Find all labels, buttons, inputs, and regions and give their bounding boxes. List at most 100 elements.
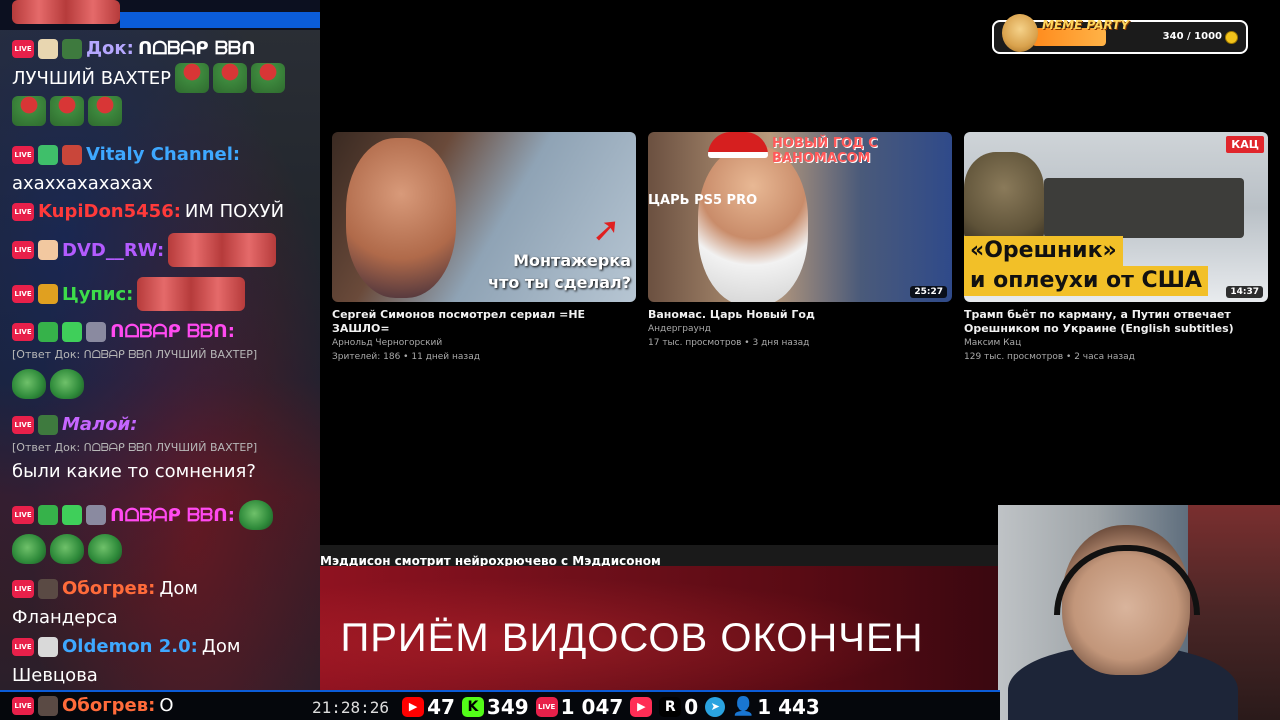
vk-play-stat: ▶: [630, 697, 653, 717]
meme-party-widget: MEME PARTY 340 / 1000: [992, 14, 1248, 54]
chat-username[interactable]: Док:: [86, 34, 134, 63]
status-bar: LIVE Обогрев: О 21:28:26 ▶ 47 K 349 LIVE…: [0, 690, 1000, 720]
santa-hat-icon: [708, 132, 768, 158]
video-title[interactable]: Трамп бьёт по карману, а Путин отвечает …: [964, 308, 1268, 336]
video-channel[interactable]: Андерграунд: [648, 322, 952, 336]
video-card[interactable]: НОВЫЙ ГОД С ВАНОМАСОМ ЦАРЬ PS5 PRO 25:27…: [648, 132, 952, 350]
video-card[interactable]: ➚ Монтажерка что ты сделал? Сергей Симон…: [332, 132, 636, 364]
youtube-stat: ▶ 47: [402, 695, 455, 719]
live-badge-icon: LIVE: [12, 415, 34, 434]
kick-stat: K 349: [461, 695, 529, 719]
chat-text: ЛУЧШИЙ ВАХТЕР: [12, 67, 171, 89]
live-badge-icon: LIVE: [12, 506, 34, 524]
video-title[interactable]: Сергей Симонов посмотрел сериал =НЕ ЗАШЛ…: [332, 308, 636, 336]
gift-badge-icon: [62, 144, 82, 165]
rutube-icon: R: [659, 697, 682, 717]
chat-message: LIVE Малой: [Ответ Док: ᑎᗝᗷᗩᑭ ᗷᗷᑎ ЛУЧШИЙ…: [12, 410, 312, 486]
chat-message: LIVE Oldemon 2.0: Дом Шевцова: [12, 632, 312, 690]
live-badge-icon: LIVE: [12, 579, 34, 598]
video-channel[interactable]: Максим Кац: [964, 336, 1268, 350]
live-badge-icon: LIVE: [12, 241, 34, 259]
viewers-count: 1 443: [757, 695, 820, 719]
chat-message: LIVE Цупис:: [12, 277, 312, 311]
chat-message: LIVE ᑎᗝᗷᗩᑭ ᗷᗷᑎ: [Ответ Док: ᑎᗝᗷᗩᑭ ᗷᗷᑎ ЛУ…: [12, 317, 312, 404]
chat-username[interactable]: Обогрев:: [62, 695, 155, 716]
flower-pepe-emote-icon: [250, 63, 285, 93]
coin-icon: [1225, 31, 1238, 44]
chat-username[interactable]: Цупис:: [62, 280, 133, 309]
video-channel[interactable]: Арнольд Черногорский: [332, 336, 636, 350]
chat-username[interactable]: Vitaly Channel:: [86, 140, 240, 169]
thumbnail-person: [346, 138, 456, 298]
thumbnail-soldier: [964, 152, 1044, 242]
vk-live-count: 1 047: [560, 695, 624, 719]
red-arrow-icon: ➚: [592, 210, 621, 250]
youtube-count: 47: [427, 695, 455, 719]
beer-badge-icon: [38, 38, 58, 59]
vk-live-icon: LIVE: [535, 697, 558, 717]
chat-message: LIVE DVD__RW:: [12, 233, 312, 267]
live-badge-icon: LIVE: [12, 322, 34, 341]
chat-username[interactable]: Обогрев:: [62, 574, 155, 603]
pencil-badge-icon: [38, 321, 58, 342]
video-thumbnail[interactable]: НОВЫЙ ГОД С ВАНОМАСОМ ЦАРЬ PS5 PRO 25:27: [648, 132, 952, 302]
chat-username[interactable]: KupiDon5456:: [38, 197, 181, 226]
video-thumbnail[interactable]: ➚ Монтажерка что ты сделал?: [332, 132, 636, 302]
pepe-emote-icon: [50, 369, 84, 399]
video-duration: 25:27: [910, 286, 947, 298]
chat-text: ИМ ПОХУЙ: [184, 201, 285, 222]
youtube-icon: ▶: [402, 697, 425, 717]
doge-icon: [1002, 14, 1038, 52]
chat-text: Дом: [201, 636, 241, 657]
live-badge-icon: LIVE: [12, 696, 34, 715]
thumbnail-caption: ЦАРЬ PS5 PRO: [648, 193, 758, 208]
chat-username[interactable]: ᑎᗝᗷᗩᑭ ᗷᗷᑎ:: [110, 501, 235, 530]
robot-badge-icon: [86, 505, 106, 525]
gift-badge-icon: [62, 321, 82, 342]
kick-count: 349: [486, 695, 529, 719]
video-thumbnail[interactable]: КАЦ «Орешник» и оплеухи от США 14:37: [964, 132, 1268, 302]
webcam-feed: [998, 505, 1280, 720]
robot-badge-icon: [86, 321, 106, 342]
pepe-emote-icon: [50, 534, 84, 564]
flower-pepe-emote-icon: [50, 96, 84, 126]
chat-text: ᑎᗝᗷᗩᑭ ᗷᗷᑎ: [137, 38, 256, 59]
chat-username[interactable]: Oldemon 2.0:: [62, 632, 198, 661]
kick-icon: K: [461, 697, 484, 717]
skull-badge-icon: [38, 636, 58, 657]
chat-text: Фландерса: [12, 607, 118, 628]
pepe-emote-icon: [12, 369, 46, 399]
rutube-count: 0: [684, 695, 699, 719]
pepe-emote-icon: [88, 534, 122, 564]
chat-header-bar: [120, 12, 320, 28]
chat-text: Шевцова: [12, 665, 98, 686]
meme-party-count: 340 / 1000: [1162, 31, 1222, 42]
live-badge-icon: LIVE: [12, 202, 34, 221]
chat-username[interactable]: ᑎᗝᗷᗩᑭ ᗷᗷᑎ:: [110, 317, 235, 346]
viewers-icon: 👤: [732, 696, 755, 717]
reply-reference: [Ответ Док: ᑎᗝᗷᗩᑭ ᗷᗷᑎ ЛУЧШИЙ ВАХТЕР]: [12, 348, 258, 361]
chat-text: ахаххахахахах: [12, 173, 153, 194]
chat-message: LIVE Vitaly Channel: ахаххахахахах: [12, 140, 312, 198]
pepe-badge-icon: [62, 38, 82, 59]
avatar-badge-icon: [38, 695, 58, 716]
flower-pepe-emote-icon: [174, 63, 209, 93]
meme-party-title: MEME PARTY: [1042, 18, 1130, 32]
video-card[interactable]: КАЦ «Орешник» и оплеухи от США 14:37 Тра…: [964, 132, 1268, 364]
thumbnail-vehicle: [1044, 178, 1244, 238]
chat-message: LIVE KupiDon5456: ИМ ПОХУЙ: [12, 197, 312, 226]
pencil-badge-icon: [38, 505, 58, 525]
pepe-badge-icon: [38, 414, 58, 435]
face-emote-icon: [168, 233, 277, 267]
video-meta: 17 тыс. просмотров • 3 дня назад: [648, 338, 810, 348]
ticker-bar: Мэддисон смотрит нейрохрючево с Мэддисон…: [320, 545, 1000, 567]
chat-message: LIVE Док: ᑎᗝᗷᗩᑭ ᗷᗷᑎ ЛУЧШИЙ ВАХТЕР: [12, 34, 312, 129]
telegram-stat: ➤: [705, 697, 726, 717]
cake-badge-icon: [38, 240, 58, 260]
chat-username[interactable]: DVD__RW:: [62, 236, 164, 265]
chat-username[interactable]: Малой:: [62, 410, 137, 439]
reply-reference: [Ответ Док: ᑎᗝᗷᗩᑭ ᗷᗷᑎ ЛУЧШИЙ ВАХТЕР]: [12, 441, 258, 454]
live-badge-icon: LIVE: [12, 285, 34, 303]
vk-live-stat: LIVE 1 047: [535, 695, 624, 719]
video-title[interactable]: Ваномас. Царь Новый Год: [648, 308, 952, 322]
